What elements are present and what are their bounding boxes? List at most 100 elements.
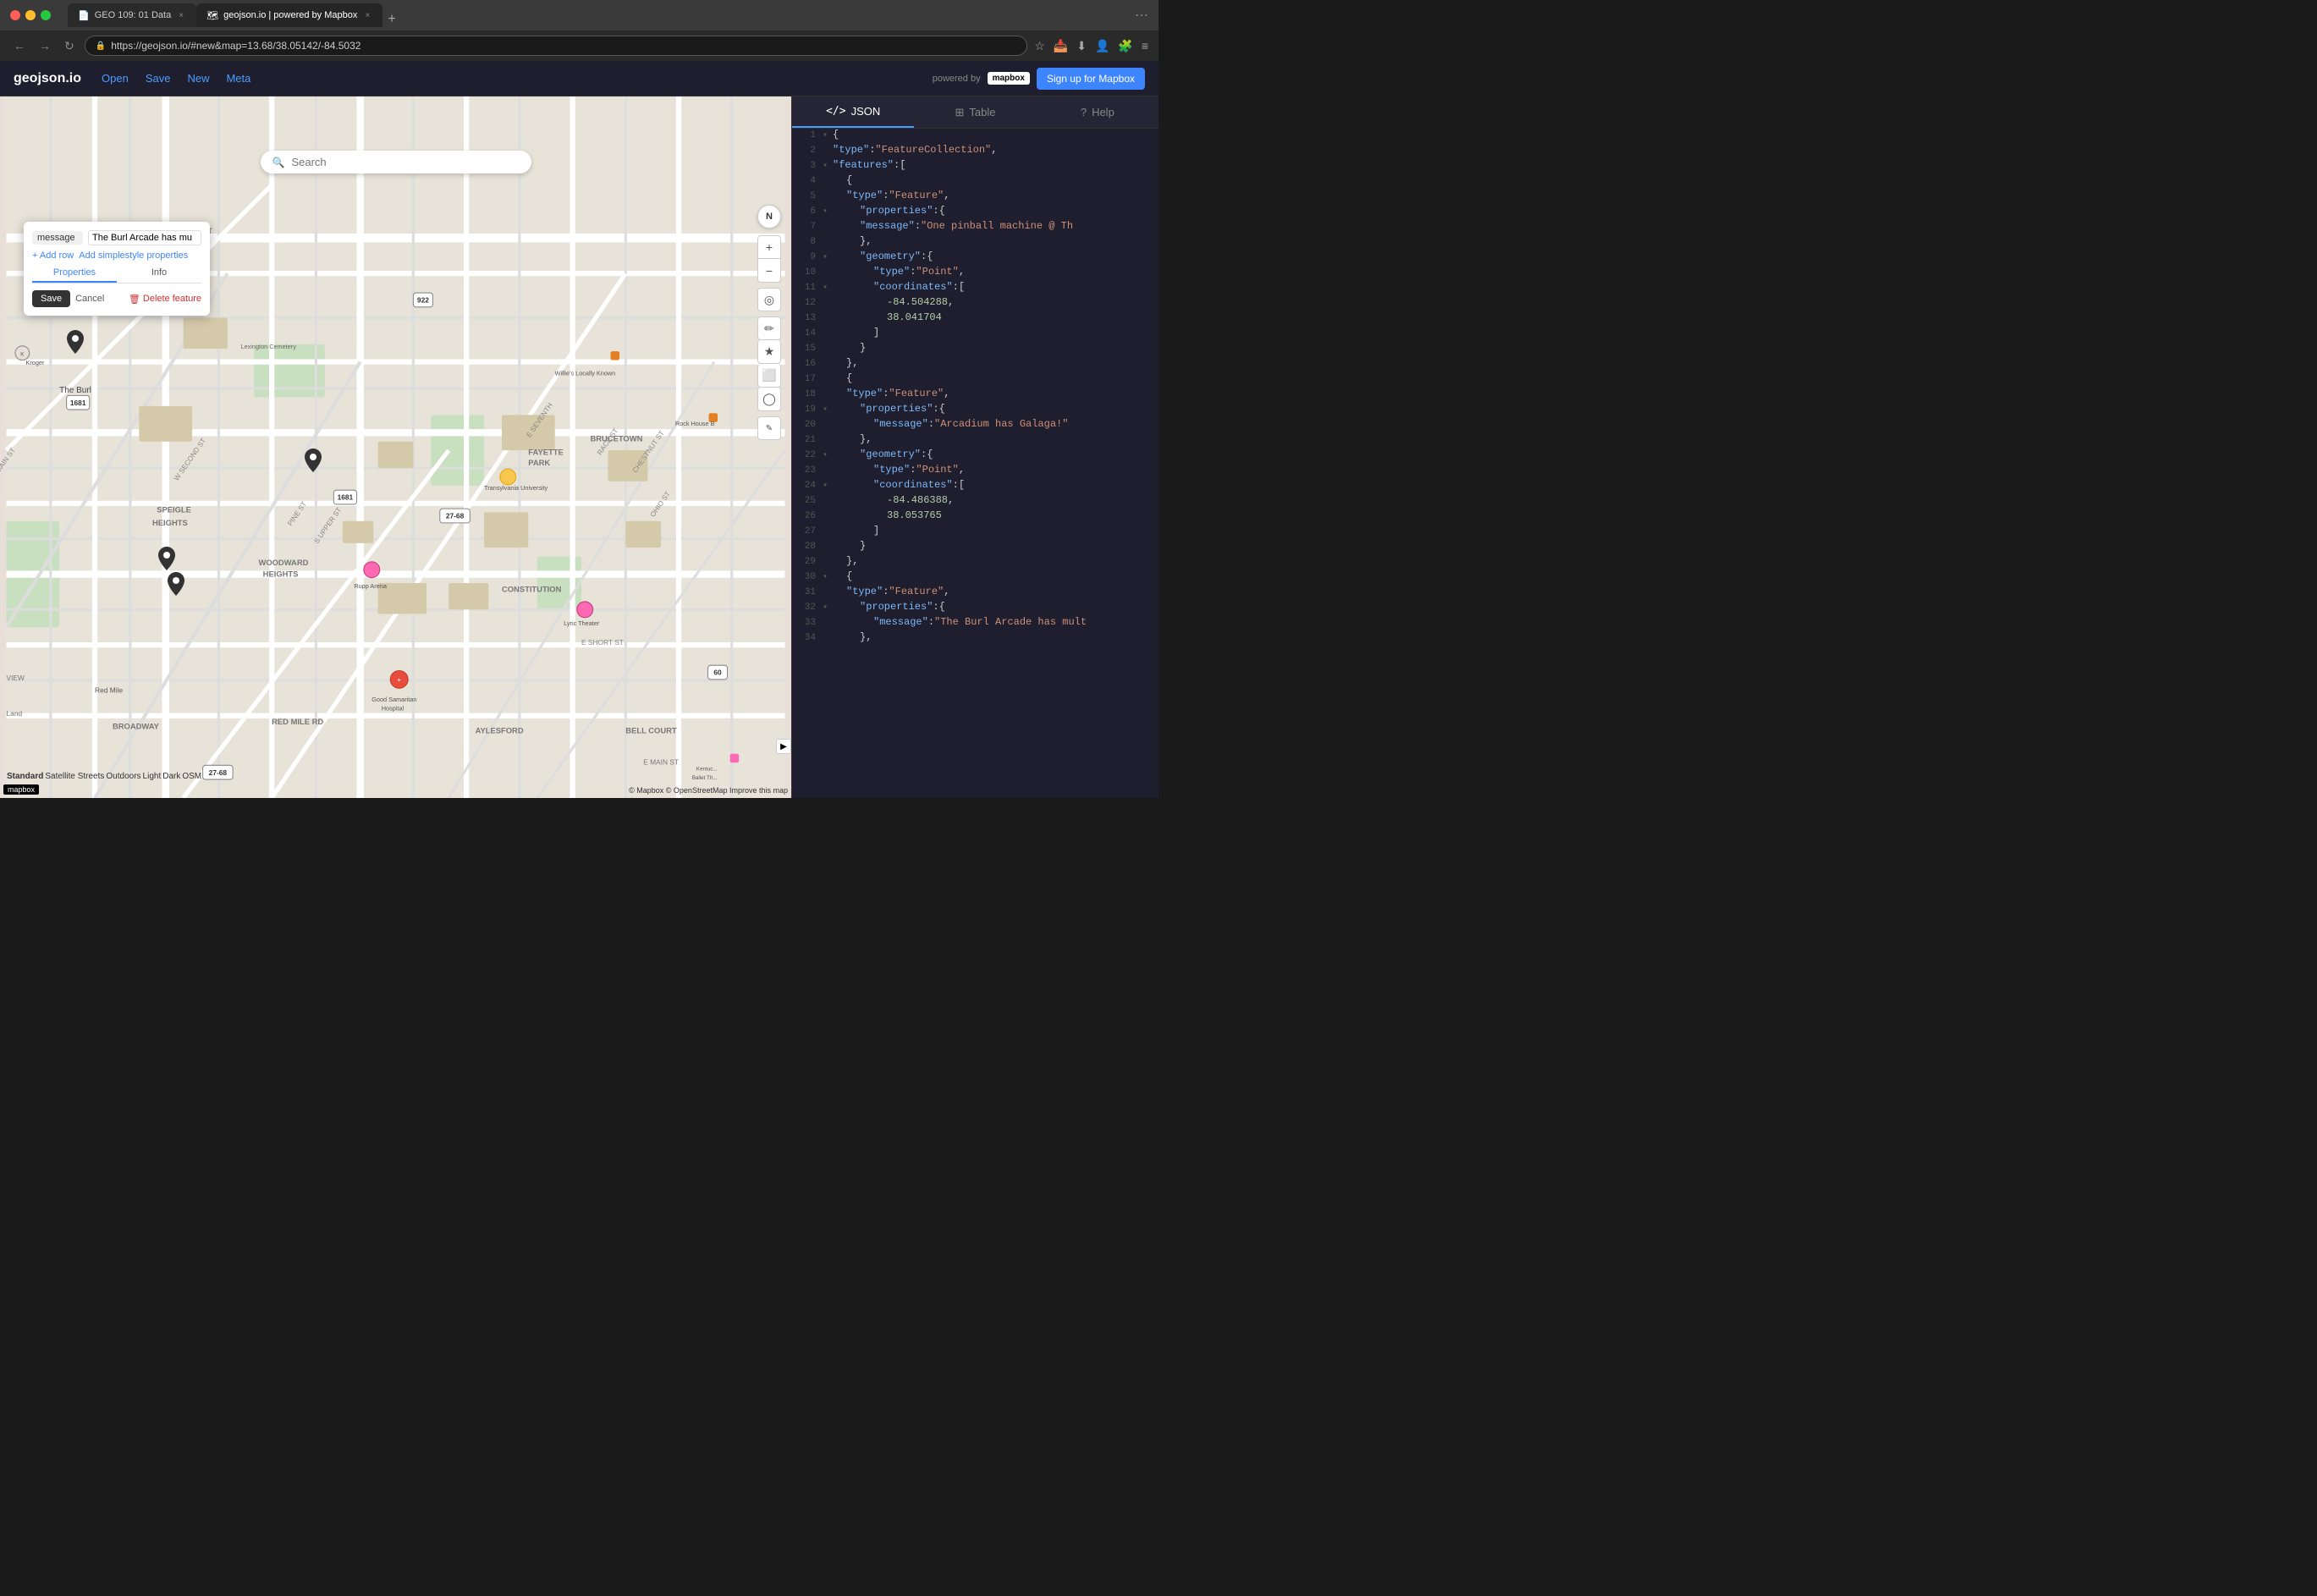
delete-label: Delete feature: [143, 294, 201, 304]
url-bar[interactable]: 🔒 https://geojson.io/#new&map=13.68/38.0…: [85, 36, 1027, 56]
help-tab-label: Help: [1092, 106, 1114, 118]
popup-save-button[interactable]: Save: [32, 290, 70, 307]
tab-json[interactable]: </> JSON: [792, 96, 914, 128]
add-row-button[interactable]: + Add row: [32, 250, 74, 261]
open-link[interactable]: Open: [102, 72, 129, 85]
json-line: 34 },: [792, 631, 1158, 647]
svg-text:Rupp Arena: Rupp Arena: [354, 582, 387, 590]
svg-text:27-68: 27-68: [446, 512, 465, 520]
tab-bar: 📄 GEO 109: 01 Data × 🗺 geojson.io | powe…: [68, 3, 1128, 27]
json-line: 25 -84.486388,: [792, 494, 1158, 509]
map-pin-2[interactable]: [305, 449, 322, 477]
json-line: 16 },: [792, 357, 1158, 372]
search-input[interactable]: [291, 156, 519, 168]
svg-text:PARK: PARK: [528, 458, 550, 467]
menu-icon[interactable]: ≡: [1142, 39, 1148, 52]
draw-pencil-button[interactable]: ✏: [757, 316, 781, 340]
main-layout: ASH ST W MAIN ST W SECOND ST PINE ST S U…: [0, 96, 1158, 798]
popup-cancel-button[interactable]: Cancel: [75, 294, 104, 304]
browser-menu[interactable]: ⋯: [1135, 7, 1148, 24]
meta-link[interactable]: Meta: [226, 72, 250, 85]
json-line: 4 {: [792, 174, 1158, 190]
map-search: 🔍: [261, 151, 531, 173]
svg-text:Ballet Th...: Ballet Th...: [692, 775, 718, 781]
svg-text:SPEIGLE: SPEIGLE: [157, 504, 191, 514]
refresh-button[interactable]: ↻: [61, 37, 78, 55]
json-line: 6▾"properties": {: [792, 205, 1158, 220]
zoom-out-button[interactable]: −: [757, 259, 781, 283]
map-area[interactable]: ASH ST W MAIN ST W SECOND ST PINE ST S U…: [0, 96, 791, 798]
json-line: 33 "message": "The Burl Arcade has mult: [792, 616, 1158, 631]
tab-geojson[interactable]: 🗺 geojson.io | powered by Mapbox ×: [196, 3, 382, 27]
popup-value-input[interactable]: [88, 230, 201, 245]
map-pin-1[interactable]: [67, 330, 84, 359]
bookmark-icon[interactable]: ☆: [1034, 39, 1045, 53]
tab-close-geo109[interactable]: ×: [176, 10, 186, 20]
svg-text:Hospital: Hospital: [382, 705, 405, 713]
json-line: 17 {: [792, 372, 1158, 388]
popup-tab-info[interactable]: Info: [117, 264, 201, 283]
profile-icon[interactable]: 👤: [1095, 39, 1109, 53]
zoom-in-button[interactable]: +: [757, 235, 781, 259]
security-icon: 🔒: [96, 41, 106, 51]
new-tab-button[interactable]: +: [382, 12, 400, 27]
json-tab-label: JSON: [851, 105, 881, 118]
panel-tabs: </> JSON ⊞ Table ? Help: [792, 96, 1158, 129]
new-link[interactable]: New: [187, 72, 209, 85]
back-button[interactable]: ←: [10, 37, 29, 54]
map-pin-3[interactable]: [158, 547, 175, 575]
download-icon[interactable]: ⬇: [1076, 39, 1087, 53]
basemap-satellite[interactable]: Satellite Streets: [45, 772, 104, 781]
basemap-dark[interactable]: Dark: [162, 772, 180, 781]
json-tab-icon: </>: [826, 105, 845, 118]
popup-tab-properties[interactable]: Properties: [32, 264, 117, 283]
svg-text:BRUCETOWN: BRUCETOWN: [590, 434, 642, 443]
signup-button[interactable]: Sign up for Mapbox: [1037, 68, 1145, 90]
north-indicator[interactable]: N: [757, 205, 781, 228]
svg-text:Willie's Locally Known: Willie's Locally Known: [555, 369, 616, 377]
tab-help[interactable]: ? Help: [1037, 96, 1158, 128]
edit-button[interactable]: ✎: [757, 416, 781, 440]
map-background: ASH ST W MAIN ST W SECOND ST PINE ST S U…: [0, 96, 791, 798]
draw-rect-button[interactable]: ⬜: [757, 364, 781, 388]
tab-close-geojson[interactable]: ×: [362, 10, 372, 20]
table-tab-icon: ⊞: [955, 106, 965, 119]
add-simplestyle-button[interactable]: Add simplestyle properties: [79, 250, 188, 261]
expand-button[interactable]: ▶: [776, 739, 791, 754]
minimize-button[interactable]: [25, 10, 36, 20]
help-tab-icon: ?: [1081, 106, 1087, 118]
basemap-light[interactable]: Light: [143, 772, 162, 781]
draw-circle-button[interactable]: ◯: [757, 388, 781, 411]
svg-text:HEIGHTS: HEIGHTS: [263, 570, 299, 579]
draw-marker-button[interactable]: ★: [757, 340, 781, 364]
pocket-icon[interactable]: 📥: [1054, 39, 1068, 53]
search-container[interactable]: 🔍: [261, 151, 531, 173]
json-line: 30▾{: [792, 570, 1158, 586]
svg-text:Lyric Theater: Lyric Theater: [564, 619, 600, 627]
json-content[interactable]: 1▾{2 "type": "FeatureCollection",3▾"feat…: [792, 129, 1158, 798]
basemap-outdoors[interactable]: Outdoors: [106, 772, 140, 781]
json-line: 18 "type": "Feature",: [792, 388, 1158, 403]
close-button[interactable]: [10, 10, 20, 20]
tab-table[interactable]: ⊞ Table: [914, 96, 1036, 128]
save-link[interactable]: Save: [146, 72, 171, 85]
json-line: 5 "type": "Feature",: [792, 190, 1158, 205]
basemap-standard[interactable]: Standard: [7, 772, 43, 781]
svg-text:Rock House B: Rock House B: [675, 420, 715, 427]
basemap-osm[interactable]: OSM: [182, 772, 201, 781]
svg-text:Red Mile: Red Mile: [95, 686, 123, 695]
extensions-icon[interactable]: 🧩: [1118, 39, 1132, 53]
forward-button[interactable]: →: [36, 37, 54, 54]
popup-actions: + Add row Add simplestyle properties: [32, 250, 201, 261]
traffic-lights: [10, 10, 51, 20]
maximize-button[interactable]: [41, 10, 51, 20]
popup-delete-button[interactable]: 🗑 Delete feature: [129, 294, 201, 305]
geolocate-button[interactable]: ◎: [757, 288, 781, 311]
popup-tabs: Properties Info: [32, 264, 201, 283]
mapbox-watermark: mapbox: [3, 784, 39, 795]
tab-geo109[interactable]: 📄 GEO 109: 01 Data ×: [68, 3, 196, 27]
svg-text:27-68: 27-68: [209, 768, 228, 777]
svg-text:60: 60: [713, 669, 722, 677]
svg-text:+: +: [397, 675, 401, 684]
map-pin-4[interactable]: [168, 572, 184, 601]
